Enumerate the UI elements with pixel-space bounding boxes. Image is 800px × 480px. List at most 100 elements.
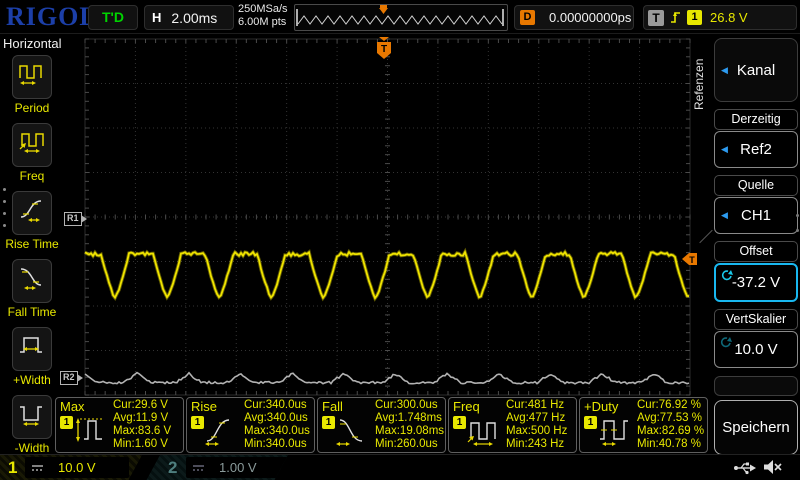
scroll-indicator-dot bbox=[3, 224, 6, 227]
left-menu-item-label: +Width bbox=[0, 373, 64, 387]
delay-box[interactable]: D 0.00000000ps bbox=[514, 5, 634, 30]
menu-value-text: CH1 bbox=[741, 207, 771, 224]
trigger-info-box[interactable]: T 1 26.8 V bbox=[643, 5, 797, 30]
measurement-title: Rise bbox=[191, 399, 217, 414]
left-menu-item-label: Fall Time bbox=[0, 305, 64, 319]
measurement-rise[interactable]: Rise1 Cur:340.0usAvg:340.0usMax:340.0usM… bbox=[186, 397, 315, 453]
scope-graticule bbox=[83, 37, 693, 397]
menu-header-quelle: Quelle bbox=[714, 175, 798, 196]
fall-time-icon[interactable] bbox=[12, 259, 52, 303]
freq-icon[interactable] bbox=[12, 123, 52, 167]
usb-icon bbox=[733, 460, 757, 475]
menu-value-offset[interactable]: -37.2 V bbox=[714, 263, 798, 302]
measurement-freq[interactable]: Freq1 Cur:481 HzAvg:477 HzMax:500 HzMin:… bbox=[448, 397, 577, 453]
trigger-status-badge: T'D bbox=[88, 5, 138, 30]
left-menu-item--width[interactable]: +Width bbox=[0, 327, 64, 387]
left-menu-item-label: Freq bbox=[0, 169, 64, 183]
menu-header-derzeitig: Derzeitig bbox=[714, 109, 798, 130]
left-menu-item-freq[interactable]: Freq bbox=[0, 123, 64, 183]
waveform-preview-strip[interactable] bbox=[294, 4, 508, 31]
period-icon[interactable] bbox=[12, 55, 52, 99]
trigger-level-marker[interactable]: T bbox=[681, 251, 698, 272]
channel1-chip[interactable]: 1 10.0 V bbox=[0, 455, 142, 480]
scroll-indicator-dot bbox=[3, 200, 6, 203]
nwidth-icon[interactable] bbox=[12, 395, 52, 439]
menu-header-vertskalier: VertSkalier bbox=[714, 309, 798, 330]
menu-tab-divider bbox=[699, 230, 712, 243]
menu-header-offset: Offset bbox=[714, 241, 798, 262]
measurement-title: Fall bbox=[322, 399, 343, 414]
menu-value-text: Ref2 bbox=[740, 141, 772, 158]
pwidth-icon[interactable] bbox=[12, 327, 52, 371]
left-menu-item-period[interactable]: Period bbox=[0, 55, 64, 115]
measurement-fall[interactable]: Fall1 Cur:300.0usAvg:1.748msMax:19.08msM… bbox=[317, 397, 446, 453]
duty-icon bbox=[596, 415, 632, 452]
measurement-values: Cur:340.0usAvg:340.0usMax:340.0usMin:340… bbox=[244, 399, 310, 451]
channel1-number: 1 bbox=[8, 458, 17, 478]
max-icon bbox=[72, 415, 108, 452]
top-bar: RIGOL T'D H 2.00ms 250MSa/s 6.00M pts D … bbox=[0, 0, 800, 34]
menu-value-quelle[interactable]: ◀ CH1 bbox=[714, 197, 798, 234]
menu-value-vertskalier[interactable]: 10.0 V bbox=[714, 331, 798, 368]
channel2-scale: 1.00 V bbox=[219, 460, 257, 475]
memory-depth: 6.00M pts bbox=[238, 16, 288, 29]
menu-value-text: -37.2 V bbox=[732, 274, 780, 291]
left-menu-item-label: Rise Time bbox=[0, 237, 64, 251]
scroll-indicator-dot bbox=[3, 212, 6, 215]
left-menu-item-label: Period bbox=[0, 101, 64, 115]
dc-coupling-icon bbox=[31, 463, 44, 473]
bottom-status-bar: 1 10.0 V 2 1.00 V bbox=[0, 454, 800, 480]
trigger-label: T bbox=[648, 10, 664, 26]
channel2-chip[interactable]: 2 1.00 V bbox=[146, 455, 288, 480]
left-menu-item-fall-time[interactable]: Fall Time bbox=[0, 259, 64, 319]
delay-value: 0.00000000ps bbox=[549, 10, 631, 25]
menu-empty-slot bbox=[714, 376, 798, 396]
measurement-title: Freq bbox=[453, 399, 480, 414]
measurement-values: Cur:481 HzAvg:477 HzMax:500 HzMin:243 Hz bbox=[506, 399, 567, 451]
dc-coupling-icon bbox=[192, 463, 205, 473]
acquisition-info: 250MSa/s 6.00M pts bbox=[238, 3, 288, 29]
rising-edge-icon bbox=[669, 9, 683, 26]
trigger-level-value: 26.8 V bbox=[710, 10, 748, 25]
left-menu-item-rise-time[interactable]: Rise Time bbox=[0, 191, 64, 251]
save-button[interactable]: Speichern bbox=[714, 400, 798, 455]
back-arrow-icon: ◀ bbox=[721, 65, 728, 76]
rise-icon bbox=[203, 415, 239, 452]
measurement-title: Max bbox=[60, 399, 85, 414]
select-arrow-icon: ◀ bbox=[721, 210, 728, 221]
scroll-indicator-dot bbox=[3, 188, 6, 191]
menu-value-derzeitig[interactable]: ◀ Ref2 bbox=[714, 131, 798, 168]
menu-value-text: 10.0 V bbox=[734, 341, 777, 358]
sample-rate: 250MSa/s bbox=[238, 3, 288, 16]
horizontal-timebase-box[interactable]: H 2.00ms bbox=[144, 5, 234, 30]
svg-text:T: T bbox=[689, 255, 695, 265]
channel2-number: 2 bbox=[168, 458, 177, 478]
timebase-value: 2.00ms bbox=[171, 10, 217, 26]
ref1-position-marker[interactable]: R1 bbox=[64, 212, 82, 226]
measurement-max[interactable]: Max1 Cur:29.6 VAvg:11.9 VMax:83.6 VMin:1… bbox=[55, 397, 184, 453]
rise-time-icon[interactable] bbox=[12, 191, 52, 235]
delay-label: D bbox=[520, 10, 535, 25]
measurement-title: +Duty bbox=[584, 399, 618, 414]
speaker-muted-icon[interactable] bbox=[762, 458, 784, 476]
oscilloscope-screen: RIGOL T'D H 2.00ms 250MSa/s 6.00M pts D … bbox=[0, 0, 800, 480]
measurement-duty[interactable]: +Duty1 Cur:76.92 %Avg:77.53 %Max:82.69 %… bbox=[579, 397, 708, 453]
right-menu-tab-label: Refenzen bbox=[692, 42, 706, 126]
fall-icon bbox=[334, 415, 370, 452]
rigol-logo: RIGOL bbox=[6, 2, 98, 32]
right-menu: ◀ Kanal Derzeitig ◀ Ref2 Quelle ◀ CH1 Offset -3… bbox=[714, 36, 798, 455]
ref2-position-marker[interactable]: R2 bbox=[60, 371, 78, 385]
measurement-values: Cur:300.0usAvg:1.748msMax:19.08msMin:260… bbox=[375, 399, 444, 451]
channel1-scale: 10.0 V bbox=[58, 460, 96, 475]
h-label: H bbox=[152, 10, 161, 25]
preview-wave bbox=[295, 5, 505, 28]
select-arrow-icon: ◀ bbox=[721, 144, 728, 155]
menu-item-kanal[interactable]: ◀ Kanal bbox=[714, 38, 798, 102]
measurement-values: Cur:29.6 VAvg:11.9 VMax:83.6 VMin:1.60 V bbox=[113, 399, 171, 451]
measurement-values: Cur:76.92 %Avg:77.53 %Max:82.69 %Min:40.… bbox=[637, 399, 704, 451]
menu-page-dot bbox=[796, 229, 799, 232]
trigger-source-badge: 1 bbox=[687, 10, 702, 25]
menu-page-dot bbox=[796, 214, 799, 217]
svg-text:T: T bbox=[381, 44, 387, 55]
trigger-position-marker[interactable]: T bbox=[375, 37, 393, 66]
